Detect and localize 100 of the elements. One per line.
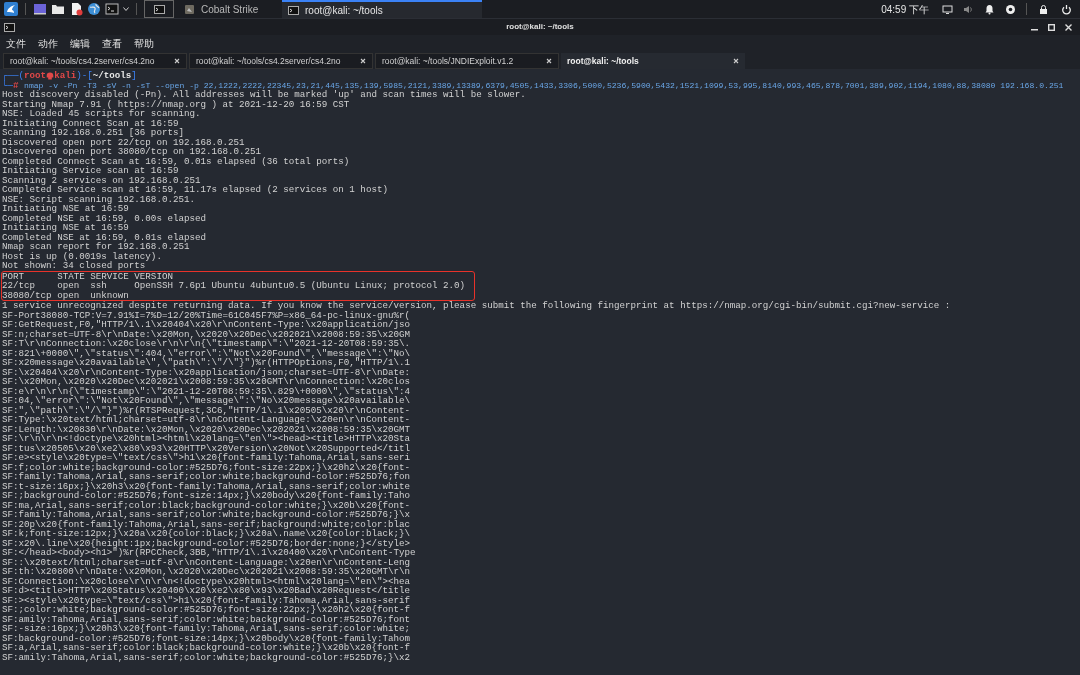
output-line: SF::\x20text/html;charset=utf-8\r\nContent-Language:\x20en\r\nContent-Leng — [2, 557, 410, 567]
menu-item[interactable]: 动作 — [38, 35, 58, 51]
output-line: 1 service unrecognized despite returning data. If you know the service/version, please submit the following fingerprint at https://nmap.org/cgi-bin/submit.cgi?new-service : — [2, 301, 952, 311]
bell-icon[interactable] — [984, 3, 995, 15]
output-line: SF:ma,Arial,sans-serif;color:black;background-color:white;}\x20b\x20{font- — [2, 500, 411, 510]
close-icon[interactable] — [546, 58, 552, 64]
output-line: SF:;color:white;background-color:#525D76;font-size:22px;}\x20h2\x20{font-f — [2, 605, 411, 615]
output-line: SF:T\r\nConnection:\x20close\r\n\r\n{\"timestamp\":\"2021-12-20T08:59:35\. — [2, 339, 411, 349]
close-icon[interactable] — [1065, 23, 1072, 31]
output-line: SF:tus\x20505\x20\xe2\x80\x93\x20HTTP\x20Version\x20Not\x20Supported</titl — [2, 443, 411, 453]
output-line: Completed Connect Scan at 16:59, 0.01s elapsed (36 total ports) — [2, 156, 351, 166]
menu-item[interactable]: 文件 — [6, 35, 26, 51]
circle-icon[interactable] — [1005, 3, 1016, 15]
prompt-sign: # — [13, 80, 19, 90]
output-line: Scanning 192.168.0.251 [36 ports] — [2, 128, 185, 138]
output-line: SF:-size:16px;}\x20h3\x20{font-family:Tahoma,Arial,sans-serif;color:white; — [2, 624, 411, 634]
output-line: 22/tcp open ssh OpenSSH 7.6p1 Ubuntu 4ubuntu0.5 (Ubuntu Linux; protocol 2.0) — [2, 281, 467, 291]
volume-icon[interactable] — [963, 3, 974, 15]
output-line: SF:><style\x20type=\"text/css\">h1\x20{font-family:Tahoma,Arial,sans-serif — [2, 595, 411, 605]
display-icon[interactable] — [942, 3, 953, 15]
folder-icon[interactable] — [51, 2, 65, 16]
output-line: Completed NSE at 16:59, 0.01s elapsed — [2, 232, 207, 242]
output-line: SF:</head><body><h1>")%r(RPCCheck,3BB,"HTTP/1\.1\x20400\x20\r\nContent-Type — [2, 548, 417, 558]
prompt-host: kali — [54, 71, 77, 81]
close-icon[interactable] — [174, 58, 180, 64]
output-line: Not shown: 34 closed ports — [2, 261, 146, 271]
output-line: NSE: Loaded 45 scripts for scanning. — [2, 109, 201, 119]
terminal-icon — [153, 4, 165, 14]
output-line: SF:",\"path\":\"/\"}")%r(RTSPRequest,3C6,"HTTP/1\.1\x20505\x20\r\nContent- — [2, 405, 411, 415]
prompt-text: ┌──( — [2, 71, 25, 81]
output-line: Initiating Connect Scan at 16:59 — [2, 118, 179, 128]
menu-item[interactable]: 编辑 — [70, 35, 90, 51]
terminal-icon — [4, 22, 15, 32]
power-icon[interactable] — [1061, 3, 1072, 15]
output-line: Scanning 2 services on 192.168.0.251 — [2, 175, 202, 185]
output-line: SF:\x20404\x20\r\nContent-Type:\x20application/json;charset=UTF-8\r\nDate: — [2, 367, 411, 377]
output-line: SF:04,\"error\":\"Not\x20Found\",\"message\":\"No\x20message\x20available\ — [2, 396, 411, 406]
command-text: nmap -v -Pn -T3 -sV -n -sT --open -p 22,1222,2222,22345,23,21,445,135,139,5985,2121,3389,13389,6379,4505,1433,3306,5000,5236,5900,5432,1521,1099,53,995,8140,993,465,878,7001,389,902,1194,1080,88,38080 192.168.0.251 — [24, 80, 1064, 90]
terminal-icon[interactable] — [105, 2, 119, 16]
menu-item[interactable]: 查看 — [102, 35, 122, 51]
terminal-tab[interactable]: root@kali: ~/tools/cs4.2server/cs4.2no — [3, 53, 187, 69]
output-line: SF:t-size:16px;}\x20h3\x20{font-family:Tahoma,Arial,sans-serif;color:white — [2, 481, 411, 491]
close-icon[interactable] — [733, 58, 739, 64]
output-line: SF:a,Arial,sans-serif;color:black;background-color:white;}\x20b\x20{font-f — [2, 643, 411, 653]
output-line: SF:Type:\x20text/html;charset=utf-8\r\nContent-Language:\x20en\r\nContent- — [2, 415, 411, 425]
output-line: SF:x20\.line\x20{height:1px;background-color:#525D76;border:none;}</style> — [2, 538, 410, 548]
output-line: NSE: Script scanning 192.168.0.251. — [2, 194, 196, 204]
taskbar-window-button[interactable] — [144, 0, 174, 18]
prompt-path: ~/tools — [92, 71, 132, 81]
output-line: SF:e\r\n\r\n{\"timestamp\":\"2021-12-20T08:59:35\.829\+0000\",\"status\":4 — [2, 386, 411, 396]
prompt-text: └─ — [2, 80, 14, 90]
output-line: SF:amily:Tahoma,Arial,sans-serif;color:white;background-color:#525D76;font — [2, 614, 411, 624]
output-line: Host is up (0.0019s latency). — [2, 251, 163, 261]
output-line: Initiating NSE at 16:59 — [2, 204, 130, 214]
lock-icon[interactable] — [1038, 3, 1049, 15]
clock-text: 04:59 下午 — [881, 2, 929, 17]
close-icon[interactable] — [360, 58, 366, 64]
terminal-tab[interactable]: root@kali: ~/tools/JNDIExploit.v1.2 — [375, 53, 559, 69]
output-line: SF:n;charset=UTF-8\r\nDate:\x20Mon,\x2020\x20Dec\x202021\x2008:59:35\x20GM — [2, 329, 411, 339]
output-line: SF:;background-color:#525D76;font-size:14px;}\x20body\x20{font-family:Taho — [2, 491, 411, 501]
output-line: PORT STATE SERVICE VERSION — [2, 271, 174, 281]
terminal-icon — [288, 5, 299, 15]
prompt-text: )-[ — [76, 71, 93, 81]
output-line: SF:\x20Mon,\x2020\x20Dec\x202021\x2008:59:35\x20GMT\r\nConnection:\x20clos — [2, 377, 411, 387]
output-line: SF:\r\n\r\n<!doctype\x20html><html\x20lang=\"en\"><head><title>HTTP\x20Sta — [2, 434, 411, 444]
maximize-icon[interactable] — [1048, 23, 1055, 31]
output-line: SF:d><title>HTTP\x20Status\x20400\x20\xe2\x80\x93\x20Bad\x20Request</title — [2, 586, 411, 596]
output-line: SF:th:\x20800\r\nDate:\x20Mon,\x2020\x20Dec\x202021\x2008:59:35\x20GMT\r\n — [2, 567, 411, 577]
output-line: SF:x20message\x20available\",\"path\":\"/\"}")%r(HTTPOptions,F0,"HTTP/1\.1 — [2, 358, 411, 368]
output-line: Initiating NSE at 16:59 — [2, 223, 130, 233]
taskbar-window-button[interactable]: Cobalt Strike — [178, 0, 278, 18]
chevron-down-icon[interactable] — [123, 6, 129, 12]
output-line: SF:e><style\x20type=\"text/css\">h1\x20{font-family:Tahoma,Arial,sans-seri — [2, 453, 411, 463]
terminal-tab[interactable]: root@kali: ~/tools — [561, 53, 745, 69]
output-line: SF:GetRequest,F0,"HTTP/1\.1\x20404\x20\r\nContent-Type:\x20application/jso — [2, 320, 411, 330]
output-line: Completed Service scan at 16:59, 11.17s elapsed (2 services on 1 host) — [2, 185, 389, 195]
output-line: Discovered open port 38080/tcp on 192.168.0.251 — [2, 147, 263, 157]
menu-item[interactable]: 帮助 — [134, 35, 154, 51]
output-line: SF:Length:\x20830\r\nDate:\x20Mon,\x2020\x20Dec\x202021\x2008:59:35\x20GMT — [2, 424, 411, 434]
skull-icon — [46, 71, 55, 80]
globe-icon[interactable] — [87, 2, 101, 16]
terminal-tab[interactable]: root@kali: ~/tools/cs4.2server/cs4.2no — [189, 53, 373, 69]
desktop-icon[interactable] — [33, 2, 47, 16]
output-line: Nmap scan report for 192.168.0.251 — [2, 242, 190, 252]
prompt-user: root — [24, 71, 47, 81]
output-line: SF-Port38080-TCP:V=7.91%I=7%D=12/20%Time=61C045F7%P=x86_64-pc-linux-gnu%r( — [2, 310, 410, 320]
output-line: Initiating Service scan at 16:59 — [2, 166, 180, 176]
prompt-text: ] — [131, 71, 137, 81]
app-icon — [184, 3, 195, 15]
document-icon[interactable] — [69, 2, 83, 16]
window-title: root@kali: ~/tools — [506, 21, 574, 33]
taskbar-window-button[interactable]: root@kali: ~/tools — [282, 0, 482, 18]
output-line: Discovered open port 22/tcp on 192.168.0.251 — [2, 137, 246, 147]
output-line: Starting Nmap 7.91 ( https://nmap.org ) at 2021-12-20 16:59 CST — [2, 99, 350, 109]
output-line: Completed NSE at 16:59, 0.00s elapsed — [2, 213, 207, 223]
output-line: SF:Connection:\x20close\r\n\r\n<!doctype\x20html><html\x20lang=\"en\"><hea — [2, 576, 411, 586]
output-line: SF:f;color:white;background-color:#525D76;font-size:22px;}\x20h2\x20{font- — [2, 462, 411, 472]
output-line: SF:amily:Tahoma,Arial,sans-serif;color:white;background-color:#525D76;}\x2 — [2, 652, 411, 662]
output-line: SF:821\+0000\",\"status\":404,\"error\":\"Not\x20Found\",\"message\":\"No\ — [2, 348, 411, 358]
output-line: SF:family:Tahoma,Arial,sans-serif;color:white;background-color:#525D76;fon — [2, 472, 411, 482]
